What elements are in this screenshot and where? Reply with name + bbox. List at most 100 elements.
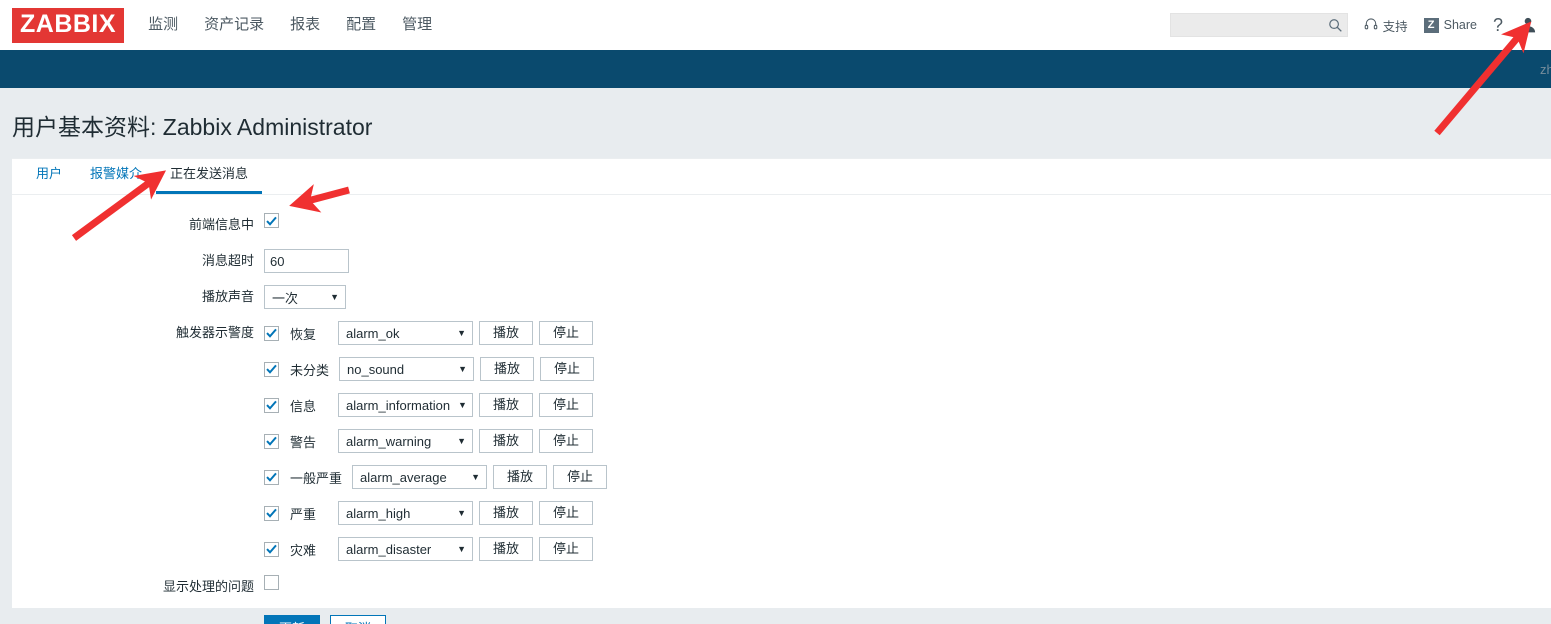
help-icon[interactable]: ? [1493,16,1503,34]
severity-row: 一般严重 alarm_average ▼ 播放 停止 [264,465,608,489]
severity-name: 信息 [290,398,317,414]
tab-bar: 用户 报警媒介 正在发送消息 [12,159,1551,195]
zabbix-logo[interactable]: ZABBIX [12,7,125,43]
label-trigger-severity: 触发器示警度 [175,325,254,340]
nav-item-configuration[interactable]: 配置 [346,0,376,50]
label-frontend-messaging: 前端信息中 [188,217,254,232]
select-severity-sound-value: alarm_average [360,469,447,485]
cancel-button[interactable]: 取消 [330,615,387,624]
chevron-down-icon: ▼ [458,363,468,374]
checkbox-severity-recovery[interactable] [264,325,279,341]
checkbox-severity-average[interactable] [264,469,279,485]
support-label: 支持 [1382,19,1408,34]
field-message-timeout: 消息超时 [12,249,1551,273]
content-panel: 用户 报警媒介 正在发送消息 前端信息中 消息超时 60 播放声音 一次 ▼ 触… [12,158,1551,624]
search-input[interactable] [1178,17,1328,33]
stop-button[interactable]: 停止 [539,537,593,561]
play-button[interactable]: 播放 [480,357,535,381]
nav-item-inventory[interactable]: 资产记录 [204,0,264,50]
page-title-area: 用户基本资料: Zabbix Administrator [0,88,1551,158]
play-button[interactable]: 播放 [493,465,548,489]
select-severity-sound[interactable]: alarm_high ▼ [338,501,473,525]
play-button[interactable]: 播放 [479,393,533,417]
user-profile-icon[interactable] [1519,16,1537,34]
select-severity-sound[interactable]: alarm_disaster ▼ [338,537,473,561]
search-box[interactable] [1169,13,1348,37]
severity-row: 恢复 alarm_ok ▼ 播放 停止 [264,321,607,345]
chevron-down-icon: ▼ [330,291,339,302]
chevron-down-icon: ▼ [457,543,466,554]
messaging-form: 前端信息中 消息超时 播放声音 一次 [12,195,1551,624]
tab-media[interactable]: 报警媒介 [76,158,156,194]
select-severity-sound-value: alarm_high [346,505,411,521]
dark-blue-bar: zha [0,50,1551,88]
checkbox-severity-high[interactable] [264,505,279,521]
tab-messaging[interactable]: 正在发送消息 [156,158,263,194]
stop-button[interactable]: 停止 [539,393,593,417]
checkbox-severity-disaster[interactable] [264,541,279,557]
chevron-down-icon: ▼ [457,327,466,338]
severity-name: 严重 [290,506,317,522]
chevron-down-icon: ▼ [471,471,481,482]
chevron-down-icon: ▼ [457,507,466,518]
severity-name: 警告 [290,434,317,450]
select-severity-sound-value: alarm_disaster [346,541,432,557]
nav-item-monitoring[interactable]: 监测 [148,0,178,50]
chevron-down-icon: ▼ [458,399,467,410]
stop-button[interactable]: 停止 [540,357,595,381]
select-play-sound-value: 一次 [272,290,299,306]
play-button[interactable]: 播放 [479,501,533,525]
field-trigger-severity: 触发器示警度 恢复 alarm_ok ▼ 播放 停止 未分类 no_sound … [12,321,1551,561]
support-link[interactable]: 支持 [1364,16,1408,35]
headset-icon [1364,17,1378,34]
field-play-sound: 播放声音 一次 ▼ [12,285,1551,309]
checkbox-show-suppressed[interactable] [264,575,279,590]
search-icon[interactable] [1328,18,1343,33]
play-button[interactable]: 播放 [479,429,533,453]
select-play-sound[interactable]: 一次 ▼ [264,285,346,309]
severity-list: 恢复 alarm_ok ▼ 播放 停止 未分类 no_sound ▼ 播放 停止… [264,321,608,561]
chevron-down-icon: ▼ [457,435,466,446]
severity-name: 恢复 [290,326,317,342]
play-button[interactable]: 播放 [479,321,533,345]
severity-name: 未分类 [290,362,330,378]
tab-user[interactable]: 用户 [22,158,76,194]
select-severity-sound-value: alarm_ok [346,325,400,341]
logged-in-user-name: zha [1540,61,1551,77]
severity-row: 警告 alarm_warning ▼ 播放 停止 [264,429,607,453]
stop-button[interactable]: 停止 [553,465,608,489]
checkbox-severity-warning[interactable] [264,433,279,449]
update-button[interactable]: 更新 [264,615,321,624]
severity-row: 未分类 no_sound ▼ 播放 停止 [264,357,607,381]
page-root: ZABBIX 监测 资产记录 报表 配置 管理 支持 Z Share ? zh … [0,0,1551,624]
select-severity-sound-value: alarm_information [346,397,451,413]
field-show-suppressed: 显示处理的问题 [12,575,1551,599]
page-title: 用户基本资料: Zabbix Administrator [12,114,373,140]
select-severity-sound[interactable]: no_sound ▼ [339,357,475,381]
share-label: Share [1443,18,1477,32]
form-actions: 更新 取消 [12,615,1551,624]
severity-name: 一般严重 [290,470,343,486]
severity-name: 灾难 [290,542,317,558]
checkbox-severity-information[interactable] [264,397,279,413]
select-severity-sound-value: alarm_warning [346,433,432,449]
select-severity-sound[interactable]: alarm_average ▼ [352,465,488,489]
zabbix-share-icon: Z [1423,17,1439,33]
select-severity-sound[interactable]: alarm_warning ▼ [338,429,473,453]
main-navigation: 监测 资产记录 报表 配置 管理 [148,0,432,50]
play-button[interactable]: 播放 [479,537,533,561]
stop-button[interactable]: 停止 [539,321,593,345]
nav-item-reports[interactable]: 报表 [290,0,320,50]
checkbox-severity-not-classified[interactable] [264,361,279,377]
top-header: ZABBIX 监测 资产记录 报表 配置 管理 支持 Z Share ? [0,0,1551,50]
nav-item-administration[interactable]: 管理 [402,0,432,50]
select-severity-sound[interactable]: alarm_ok ▼ [338,321,473,345]
checkbox-frontend-messaging[interactable] [264,213,279,228]
stop-button[interactable]: 停止 [539,501,593,525]
input-message-timeout[interactable] [264,249,349,273]
select-severity-sound-value: no_sound [347,361,405,377]
severity-row: 灾难 alarm_disaster ▼ 播放 停止 [264,537,607,561]
select-severity-sound[interactable]: alarm_information ▼ [338,393,473,417]
stop-button[interactable]: 停止 [539,429,593,453]
share-link[interactable]: Z Share [1423,17,1477,33]
